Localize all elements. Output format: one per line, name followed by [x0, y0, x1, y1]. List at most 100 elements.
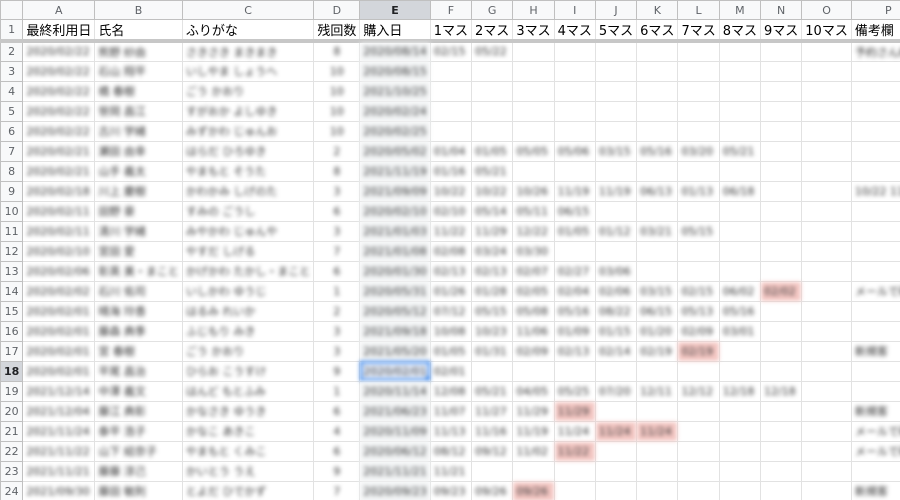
cell-h[interactable]: [512, 100, 555, 122]
cell-g[interactable]: [471, 80, 514, 102]
cell-i[interactable]: 11/22: [553, 440, 596, 462]
column-header-k[interactable]: K: [636, 0, 679, 20]
cell-n[interactable]: [759, 160, 803, 182]
cell-d[interactable]: 10: [313, 60, 361, 82]
row-header[interactable]: 13: [0, 260, 24, 282]
cell-o[interactable]: [801, 440, 852, 462]
cell-h[interactable]: [512, 460, 555, 482]
cell-i[interactable]: [553, 40, 596, 62]
cell-i[interactable]: [553, 120, 596, 142]
cell-d[interactable]: 6: [313, 400, 361, 422]
cell-k[interactable]: 06/13: [636, 180, 679, 202]
cell-k[interactable]: 12/11: [636, 380, 679, 402]
cell-b[interactable]: 宮田 愛: [94, 240, 183, 262]
cell-e[interactable]: 2020/02/10: [359, 200, 431, 222]
cell-h[interactable]: 10/26: [512, 180, 555, 202]
cell-m[interactable]: [718, 200, 762, 222]
cell-g[interactable]: 05/21: [471, 160, 514, 182]
cell-d[interactable]: 1: [313, 280, 361, 302]
cell-l[interactable]: [677, 200, 720, 222]
cell-f[interactable]: [429, 60, 473, 82]
cell-h[interactable]: 11/19: [512, 420, 555, 442]
cell-e[interactable]: 2020/02/01: [359, 360, 431, 382]
cell-h[interactable]: 12/22: [512, 220, 555, 242]
cell-o[interactable]: [801, 280, 852, 302]
header-cell-p[interactable]: 備考欄: [850, 19, 900, 43]
cell-c[interactable]: ごう かおり: [181, 80, 315, 102]
cell-k[interactable]: 11/24: [636, 420, 679, 442]
column-header-d[interactable]: D: [313, 0, 361, 20]
cell-o[interactable]: [801, 460, 852, 482]
column-header-m[interactable]: M: [718, 0, 762, 20]
cell-c[interactable]: かなこ あきこ: [181, 420, 315, 442]
row-header[interactable]: 23: [0, 460, 24, 482]
cell-a[interactable]: 2020/02/01: [22, 320, 96, 342]
cell-l[interactable]: [677, 160, 720, 182]
cell-b[interactable]: 宮 春樹: [94, 340, 183, 362]
cell-g[interactable]: 02/13: [471, 260, 514, 282]
cell-o[interactable]: [801, 140, 852, 162]
cell-g[interactable]: [471, 60, 514, 82]
cell-l[interactable]: [677, 360, 720, 382]
cell-n[interactable]: 12/18: [759, 380, 803, 402]
cell-o[interactable]: [801, 80, 852, 102]
cell-m[interactable]: 12/18: [718, 380, 762, 402]
cell-p[interactable]: [850, 300, 900, 322]
row-header[interactable]: 12: [0, 240, 24, 262]
cell-d[interactable]: 1: [313, 380, 361, 402]
cell-f[interactable]: 02/13: [429, 260, 473, 282]
cell-o[interactable]: [801, 340, 852, 362]
row-header[interactable]: 21: [0, 420, 24, 442]
cell-h[interactable]: 05/11: [512, 200, 555, 222]
cell-p[interactable]: [850, 240, 900, 262]
cell-p[interactable]: メールで確: [850, 280, 900, 302]
cell-n[interactable]: [759, 80, 803, 102]
header-cell-i[interactable]: 4マス: [553, 19, 596, 43]
cell-g[interactable]: 03/24: [471, 240, 514, 262]
cell-f[interactable]: 09/23: [429, 480, 473, 500]
cell-b[interactable]: 彰英 美・まこと: [94, 260, 183, 282]
cell-i[interactable]: [553, 100, 596, 122]
cell-g[interactable]: 10/23: [471, 320, 514, 342]
cell-c[interactable]: すがおか よしゆき: [181, 100, 315, 122]
cell-o[interactable]: [801, 320, 852, 342]
cell-c[interactable]: ごう かおり: [181, 340, 315, 362]
cell-h[interactable]: 05/08: [512, 300, 555, 322]
cell-f[interactable]: 01/05: [429, 340, 473, 362]
cell-i[interactable]: [553, 80, 596, 102]
cell-j[interactable]: 01/15: [594, 320, 638, 342]
header-cell-o[interactable]: 10マス: [801, 19, 852, 43]
cell-a[interactable]: 2020/02/18: [22, 180, 96, 202]
cell-n[interactable]: [759, 100, 803, 122]
cell-m[interactable]: [718, 340, 762, 362]
row-header[interactable]: 16: [0, 320, 24, 342]
cell-b[interactable]: 藤江 典彰: [94, 400, 183, 422]
cell-m[interactable]: [718, 40, 762, 62]
cell-k[interactable]: [636, 160, 679, 182]
header-cell-h[interactable]: 3マス: [512, 19, 555, 43]
spreadsheet-grid[interactable]: A B C D E F G H I J K L M N O P 1 最終利用日 氏名 ふりがな 残回数 購入日 1マス 2マス…: [0, 0, 900, 500]
cell-k[interactable]: 03/15: [636, 280, 679, 302]
cell-i[interactable]: [553, 60, 596, 82]
cell-h[interactable]: 03/30: [512, 240, 555, 262]
cell-g[interactable]: 11/27: [471, 400, 514, 422]
cell-e[interactable]: 2020/05/12: [359, 300, 431, 322]
cell-j[interactable]: [594, 40, 638, 62]
cell-n[interactable]: [759, 460, 803, 482]
cell-i[interactable]: 01/09: [553, 320, 596, 342]
cell-i[interactable]: 02/04: [553, 280, 596, 302]
cell-b[interactable]: 石山 翔平: [94, 60, 183, 82]
cell-f[interactable]: 11/07: [429, 400, 473, 422]
cell-e[interactable]: 2020/02/24: [359, 100, 431, 122]
cell-n[interactable]: [759, 360, 803, 382]
cell-b[interactable]: 石川 佑司: [94, 280, 183, 302]
cell-l[interactable]: [677, 400, 720, 422]
cell-o[interactable]: [801, 260, 852, 282]
cell-p[interactable]: 新規客: [850, 340, 900, 362]
cell-e[interactable]: 2020/09/23: [359, 480, 431, 500]
cell-g[interactable]: 01/31: [471, 340, 514, 362]
cell-h[interactable]: 11/29: [512, 400, 555, 422]
cell-c[interactable]: さきさき まきまき: [181, 40, 315, 62]
cell-j[interactable]: [594, 460, 638, 482]
header-cell-l[interactable]: 7マス: [677, 19, 720, 43]
